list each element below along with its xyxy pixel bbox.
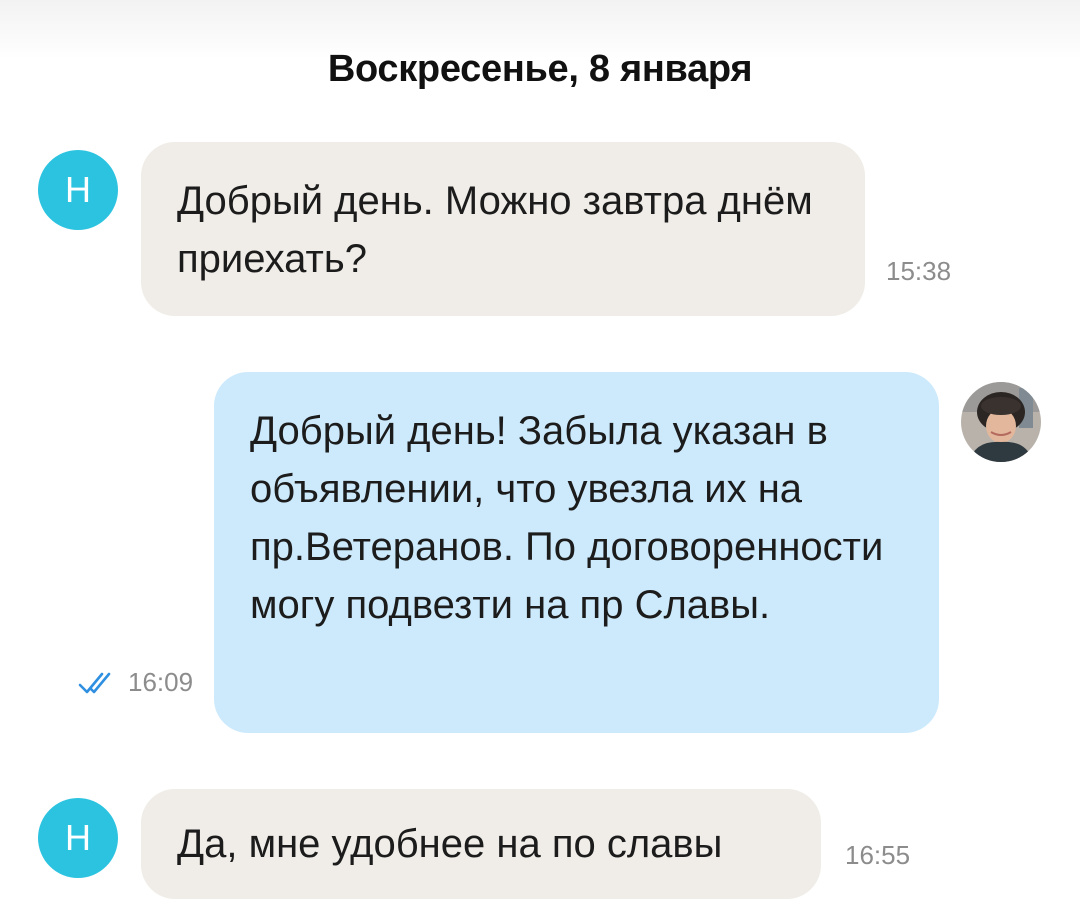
message-text: Да, мне удобнее на по славы bbox=[177, 822, 723, 866]
message-time: 16:55 bbox=[845, 840, 911, 870]
avatar-letter: Н bbox=[65, 169, 91, 210]
message-bubble-incoming[interactable]: Добрый день. Можно завтра днём приехать? bbox=[141, 142, 865, 316]
sender-avatar[interactable]: Н bbox=[38, 150, 118, 230]
double-check-icon bbox=[78, 672, 111, 693]
message-bubble-incoming[interactable]: Да, мне удобнее на по славы bbox=[141, 789, 821, 899]
message-time: 16:09 bbox=[128, 667, 194, 697]
message-time: 15:38 bbox=[886, 256, 952, 286]
user-photo-avatar[interactable] bbox=[961, 382, 1041, 462]
date-separator: Воскресенье, 8 января bbox=[327, 48, 753, 90]
message-status: 16:09 bbox=[78, 667, 193, 698]
message-bubble-outgoing[interactable]: Добрый день! Забыла указан в объявлении,… bbox=[214, 372, 939, 733]
sender-avatar[interactable]: Н bbox=[38, 798, 118, 878]
avatar-photo-icon bbox=[961, 382, 1041, 462]
message-text: Добрый день! Забыла указан в объявлении,… bbox=[250, 409, 884, 627]
message-text: Добрый день. Можно завтра днём приехать? bbox=[177, 179, 813, 281]
avatar-letter: Н bbox=[65, 817, 91, 858]
